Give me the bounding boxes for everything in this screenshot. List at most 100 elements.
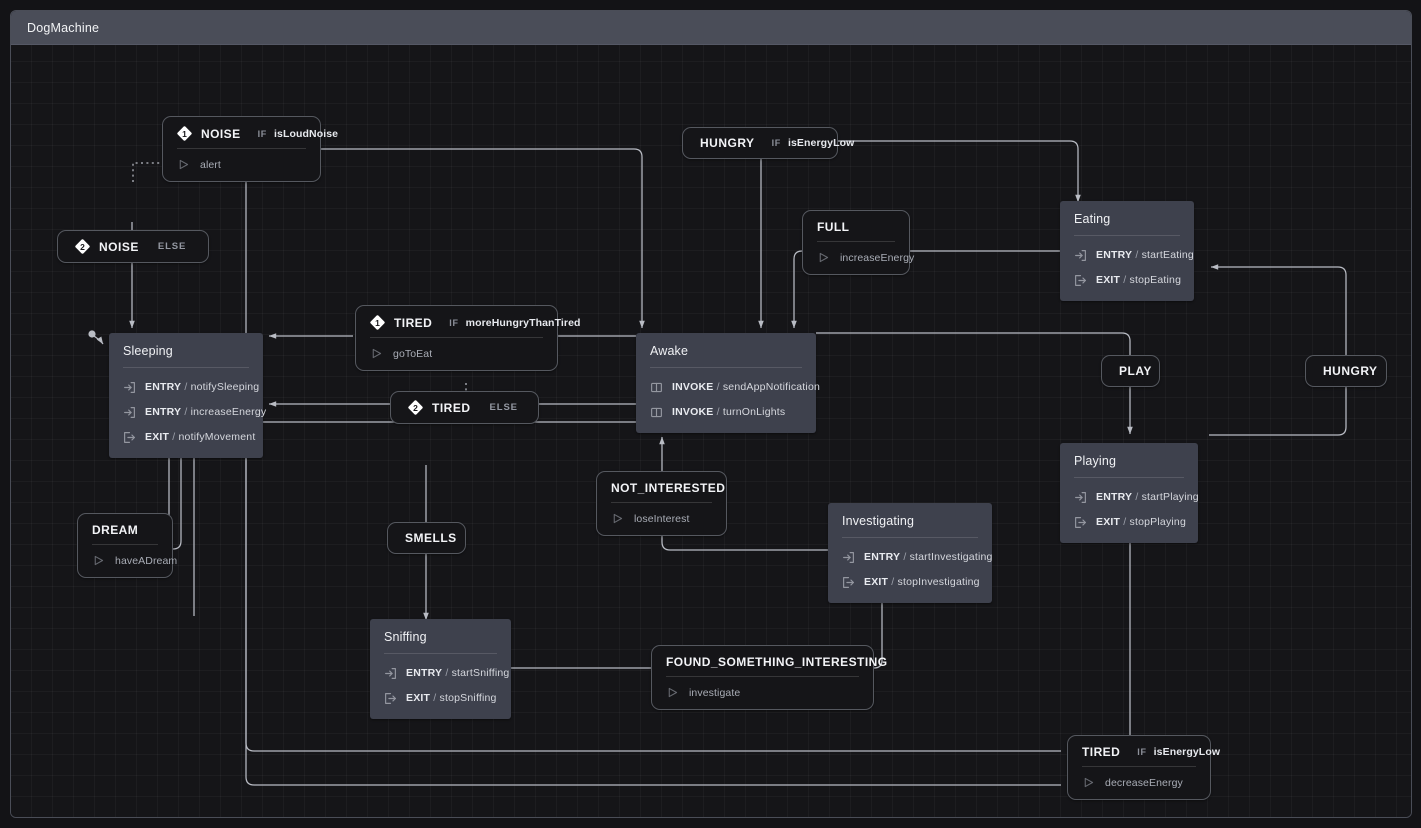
edge-hungry-to-eating bbox=[838, 140, 1081, 203]
guard-expression: isEnergyLow bbox=[1153, 746, 1221, 758]
state-node-sniffing[interactable]: Sniffing ENTRY / startSniffing EXIT / st… bbox=[370, 619, 511, 719]
transition-header: 2 NOISE ELSE bbox=[58, 231, 208, 262]
machine-title: DogMachine bbox=[27, 20, 100, 35]
transition-header: SMELLS bbox=[388, 523, 465, 553]
guard-else: ELSE bbox=[489, 402, 518, 413]
state-node-playing[interactable]: Playing ENTRY / startPlaying EXIT / stop… bbox=[1060, 443, 1199, 543]
event-name: DREAM bbox=[92, 523, 139, 537]
action-label: ENTRY / startSniffing bbox=[406, 667, 510, 679]
action-row: haveADream bbox=[92, 554, 177, 567]
state-actions-playing: ENTRY / startPlaying EXIT / stopPlaying bbox=[1060, 478, 1199, 543]
transition-node-hungry-right[interactable]: HUNGRY bbox=[1305, 355, 1387, 387]
play-triangle-icon bbox=[92, 554, 105, 567]
transition-header: 1 TIRED IF moreHungryThanTired bbox=[356, 306, 580, 337]
transition-node-noise-1[interactable]: 1 NOISE IF isLoudNoise alert bbox=[162, 116, 338, 182]
order-badge-icon: 2 bbox=[74, 238, 91, 255]
action-label: EXIT / notifyMovement bbox=[145, 431, 256, 443]
event-name: FOUND_SOMETHING_INTERESTING bbox=[666, 655, 888, 669]
action-label: ENTRY / startPlaying bbox=[1096, 491, 1199, 503]
guard: IF isEnergyLow bbox=[1137, 746, 1220, 758]
action-row: loseInterest bbox=[611, 512, 712, 525]
transition-header: TIRED IF isEnergyLow bbox=[1068, 736, 1220, 766]
event-name: HUNGRY bbox=[1323, 364, 1378, 378]
guard-expression: isLoudNoise bbox=[274, 127, 339, 140]
transition-node-tired-1[interactable]: 1 TIRED IF moreHungryThanTired goToEat bbox=[355, 305, 580, 371]
guard: IF isEnergyLow bbox=[772, 137, 855, 149]
guard-keyword: IF bbox=[771, 138, 781, 148]
guard-else: ELSE bbox=[157, 241, 187, 252]
state-actions-awake: INVOKE / sendAppNotification INVOKE / tu… bbox=[636, 368, 820, 433]
exit-arrow-icon bbox=[384, 692, 397, 705]
state-node-eating[interactable]: Eating ENTRY / startEating EXIT / stopEa… bbox=[1060, 201, 1194, 301]
state-node-investigating[interactable]: Investigating ENTRY / startInvestigating bbox=[828, 503, 992, 603]
diagram-canvas[interactable]: Sleeping ENTRY / notifySleeping ENTRY / … bbox=[11, 45, 1411, 817]
event-name: NOISE bbox=[99, 239, 139, 254]
transition-node-dream[interactable]: DREAM haveADream bbox=[77, 513, 177, 578]
action-name: haveADream bbox=[115, 554, 178, 567]
transition-header: HUNGRY bbox=[1306, 356, 1386, 386]
action-row: ENTRY / increaseEnergy bbox=[123, 402, 266, 422]
transition-node-found-something[interactable]: FOUND_SOMETHING_INTERESTING investigate bbox=[651, 645, 887, 710]
action-name: alert bbox=[200, 158, 221, 171]
guard-keyword: IF bbox=[449, 317, 459, 328]
guard-expression: moreHungryThanTired bbox=[465, 316, 581, 329]
transition-header: HUNGRY IF isEnergyLow bbox=[683, 128, 854, 158]
state-actions-eating: ENTRY / startEating EXIT / stopEating bbox=[1060, 236, 1194, 301]
transition-actions: goToEat bbox=[356, 338, 557, 370]
guard: IF moreHungryThanTired bbox=[449, 317, 580, 329]
event-name: HUNGRY bbox=[700, 136, 755, 150]
guard: IF isLoudNoise bbox=[258, 128, 339, 140]
action-row: INVOKE / turnOnLights bbox=[650, 402, 802, 422]
exit-arrow-icon bbox=[842, 576, 855, 589]
machine-header: DogMachine bbox=[11, 11, 1411, 45]
transition-header: NOT_INTERESTED bbox=[597, 472, 726, 502]
initial-state-arrow bbox=[93, 335, 104, 345]
transition-actions: haveADream bbox=[78, 545, 177, 577]
guard-keyword: IF bbox=[1137, 747, 1147, 757]
action-row: EXIT / stopEating bbox=[1074, 270, 1182, 290]
state-actions-sniffing: ENTRY / startSniffing EXIT / stopSniffin… bbox=[370, 654, 511, 719]
entry-arrow-icon bbox=[384, 667, 397, 680]
transition-node-full[interactable]: FULL increaseEnergy bbox=[802, 210, 914, 275]
play-triangle-icon bbox=[370, 347, 383, 360]
action-name: loseInterest bbox=[634, 512, 690, 525]
transition-actions: loseInterest bbox=[597, 503, 726, 535]
play-triangle-icon bbox=[1082, 776, 1095, 789]
action-name: investigate bbox=[689, 686, 741, 699]
state-node-sleeping[interactable]: Sleeping ENTRY / notifySleeping ENTRY / … bbox=[109, 333, 266, 458]
event-name: TIRED bbox=[432, 400, 471, 415]
transition-node-tired-2[interactable]: 2 TIRED ELSE bbox=[390, 391, 539, 424]
action-label: EXIT / stopEating bbox=[1096, 274, 1182, 286]
entry-arrow-icon bbox=[1074, 491, 1087, 504]
action-name: decreaseEnergy bbox=[1105, 776, 1183, 789]
transition-node-not-interested[interactable]: NOT_INTERESTED loseInterest bbox=[596, 471, 727, 536]
invoke-book-icon bbox=[650, 406, 663, 419]
action-label: EXIT / stopPlaying bbox=[1096, 516, 1186, 528]
state-title-playing: Playing bbox=[1074, 454, 1117, 468]
state-actions-investigating: ENTRY / startInvestigating EXIT / stopIn… bbox=[828, 538, 992, 603]
transition-node-noise-2[interactable]: 2 NOISE ELSE bbox=[57, 230, 209, 263]
edge-bottom-to-sleeping bbox=[243, 438, 255, 752]
entry-arrow-icon bbox=[123, 381, 136, 394]
state-actions-sleeping: ENTRY / notifySleeping ENTRY / increaseE… bbox=[109, 368, 266, 458]
entry-arrow-icon bbox=[842, 551, 855, 564]
guard-expression: isEnergyLow bbox=[787, 137, 855, 149]
transition-actions: increaseEnergy bbox=[803, 242, 914, 274]
action-label: INVOKE / sendAppNotification bbox=[672, 381, 821, 393]
transition-node-smells[interactable]: SMELLS bbox=[387, 522, 466, 554]
transition-node-hungry-top[interactable]: HUNGRY IF isEnergyLow bbox=[682, 127, 854, 159]
state-node-awake[interactable]: Awake INVOKE / sendAppNotification INVOK… bbox=[636, 333, 820, 433]
order-badge-icon: 2 bbox=[407, 399, 424, 416]
transition-node-tired-bottom[interactable]: TIRED IF isEnergyLow decreaseEnergy bbox=[1067, 735, 1220, 800]
state-title-sleeping: Sleeping bbox=[123, 344, 173, 358]
action-label: ENTRY / startInvestigating bbox=[864, 551, 993, 563]
action-row: increaseEnergy bbox=[817, 251, 914, 264]
action-label: EXIT / stopInvestigating bbox=[864, 576, 980, 588]
screenshot-root: DogMachine Sleeping ENTRY / notifySleepi… bbox=[0, 0, 1421, 828]
event-name: PLAY bbox=[1119, 364, 1152, 378]
guard-keyword: IF bbox=[257, 128, 267, 139]
edge-full-to-awake bbox=[791, 250, 803, 329]
entry-arrow-icon bbox=[123, 406, 136, 419]
play-triangle-icon bbox=[666, 686, 679, 699]
transition-node-play[interactable]: PLAY bbox=[1101, 355, 1160, 387]
